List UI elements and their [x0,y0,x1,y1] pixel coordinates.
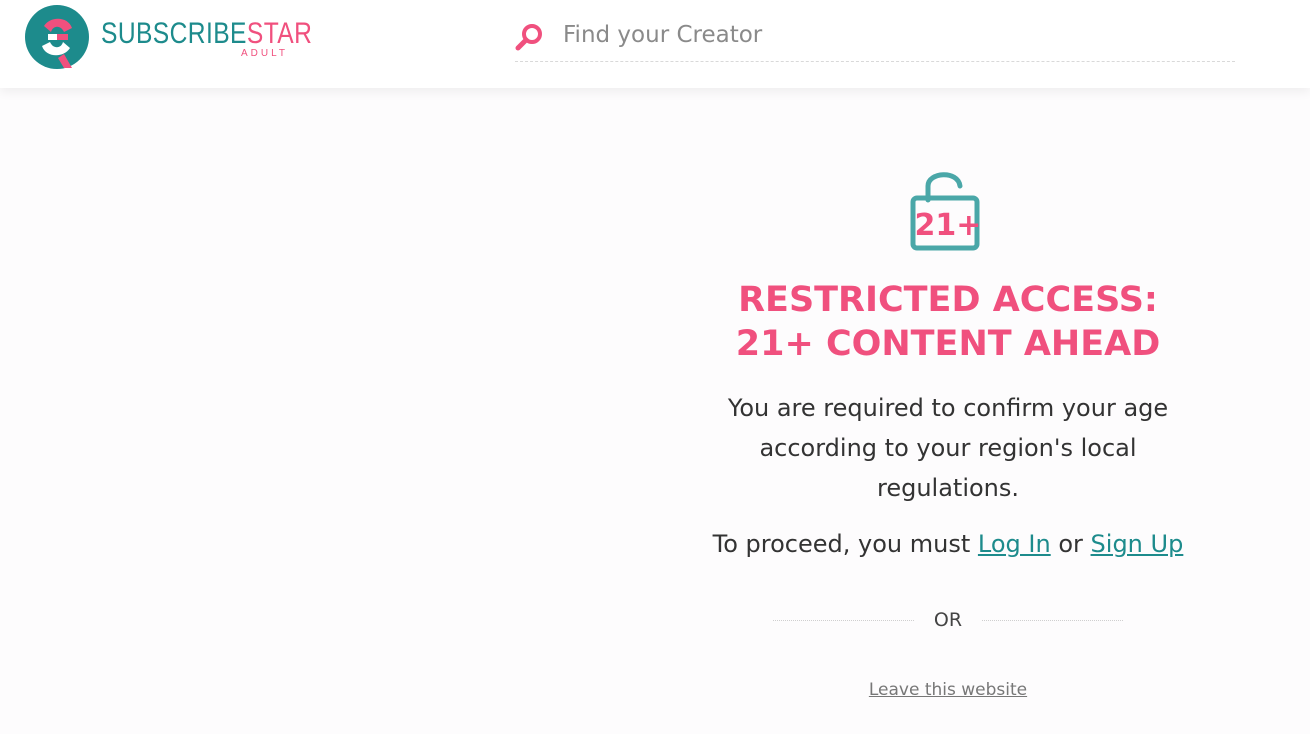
headline-line-2: 21+ CONTENT AHEAD [735,324,1161,364]
divider-label: OR [933,609,963,631]
subscribestar-logo-icon [25,5,89,69]
or-divider: OR [773,609,1124,631]
search-icon[interactable] [515,22,545,52]
logo-word: SUBSCRIBESTAR [101,17,312,50]
site-header: SUBSCRIBESTAR ADULT [0,0,1310,88]
headline-line-1: RESTRICTED ACCESS: [738,280,1158,320]
age-lock-icon: 21+ [910,172,982,251]
age-requirement-text: You are required to confirm your age acc… [727,394,1169,502]
leave-website-link[interactable]: Leave this website [869,680,1027,700]
logo-subtitle: ADULT [241,48,289,59]
logo-wordmark: SUBSCRIBESTAR ADULT [101,17,312,60]
or-word: or [1058,530,1083,558]
search-input[interactable] [563,18,1163,52]
site-logo[interactable]: SUBSCRIBESTAR ADULT [24,4,312,70]
age-gate: 21+ RESTRICTED ACCESS: 21+ CONTENT AHEAD… [700,160,1196,700]
creator-search [515,14,1235,62]
restricted-headline: RESTRICTED ACCESS: 21+ CONTENT AHEAD [700,278,1196,366]
logo-word-accent: STAR [246,17,313,50]
proceed-text: To proceed, you must Log In or Sign Up [700,528,1196,560]
signup-link[interactable]: Sign Up [1091,530,1184,558]
divider-line-right [982,619,1124,621]
proceed-prefix: To proceed, you must [712,530,971,558]
login-link[interactable]: Log In [978,530,1051,558]
age-badge-text: 21+ [915,208,982,243]
divider-line-left [773,619,914,621]
logo-word-primary: SUBSCRIBE [101,17,247,50]
